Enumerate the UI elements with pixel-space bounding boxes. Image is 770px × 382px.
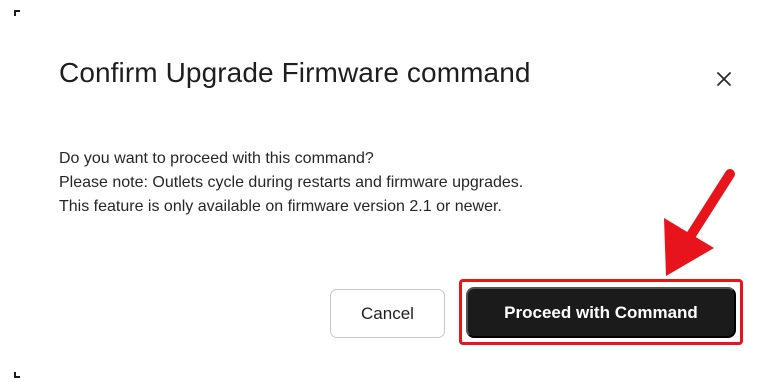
arrow-down-left-icon xyxy=(664,169,735,276)
message-line: Please note: Outlets cycle during restar… xyxy=(59,174,524,191)
dialog-message: Do you want to proceed with this command… xyxy=(59,147,523,219)
crop-mark-bottom-left xyxy=(14,372,20,378)
dialog-title: Confirm Upgrade Firmware command xyxy=(59,57,531,88)
crop-mark-top-left xyxy=(14,10,20,16)
screenshot-canvas: Confirm Upgrade Firmware command Do you … xyxy=(0,0,770,382)
message-line: Do you want to proceed with this command… xyxy=(59,150,374,167)
message-line: This feature is only available on firmwa… xyxy=(59,198,502,215)
cancel-button[interactable]: Cancel xyxy=(330,289,445,338)
close-icon[interactable] xyxy=(713,68,735,90)
